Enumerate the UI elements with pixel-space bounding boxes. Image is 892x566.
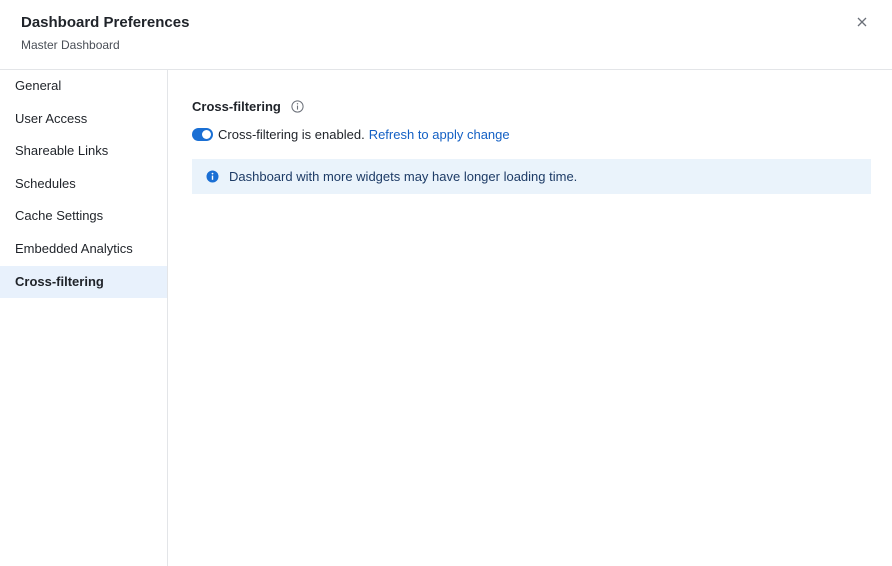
section-header: Cross-filtering bbox=[192, 99, 304, 114]
banner-text: Dashboard with more widgets may have lon… bbox=[229, 169, 578, 184]
close-button[interactable] bbox=[854, 14, 870, 30]
sidebar-item-user-access[interactable]: User Access bbox=[0, 103, 167, 136]
cross-filtering-toggle[interactable] bbox=[192, 128, 213, 141]
sidebar-item-embedded-analytics[interactable]: Embedded Analytics bbox=[0, 233, 167, 266]
close-icon bbox=[857, 17, 867, 27]
toggle-knob bbox=[202, 130, 211, 139]
settings-sidebar: General User Access Shareable Links Sche… bbox=[0, 70, 168, 566]
sidebar-item-schedules[interactable]: Schedules bbox=[0, 168, 167, 201]
info-filled-icon bbox=[206, 170, 219, 183]
toggle-status-text: Cross-filtering is enabled. bbox=[218, 127, 365, 142]
info-outline-icon[interactable] bbox=[291, 100, 304, 113]
dialog-subtitle: Master Dashboard bbox=[21, 38, 120, 52]
dashboard-preferences-dialog: Dashboard Preferences Master Dashboard G… bbox=[0, 0, 892, 566]
sidebar-item-cross-filtering[interactable]: Cross-filtering bbox=[0, 265, 167, 299]
section-title: Cross-filtering bbox=[192, 99, 281, 114]
cross-filtering-toggle-row: Cross-filtering is enabled. Refresh to a… bbox=[192, 127, 510, 142]
sidebar-item-general[interactable]: General bbox=[0, 70, 167, 103]
sidebar-item-shareable-links[interactable]: Shareable Links bbox=[0, 135, 167, 168]
dialog-title: Dashboard Preferences bbox=[21, 14, 190, 31]
info-banner: Dashboard with more widgets may have lon… bbox=[192, 159, 871, 194]
refresh-link[interactable]: Refresh to apply change bbox=[369, 127, 510, 142]
dialog-header: Dashboard Preferences Master Dashboard bbox=[0, 0, 892, 70]
sidebar-item-cache-settings[interactable]: Cache Settings bbox=[0, 200, 167, 233]
